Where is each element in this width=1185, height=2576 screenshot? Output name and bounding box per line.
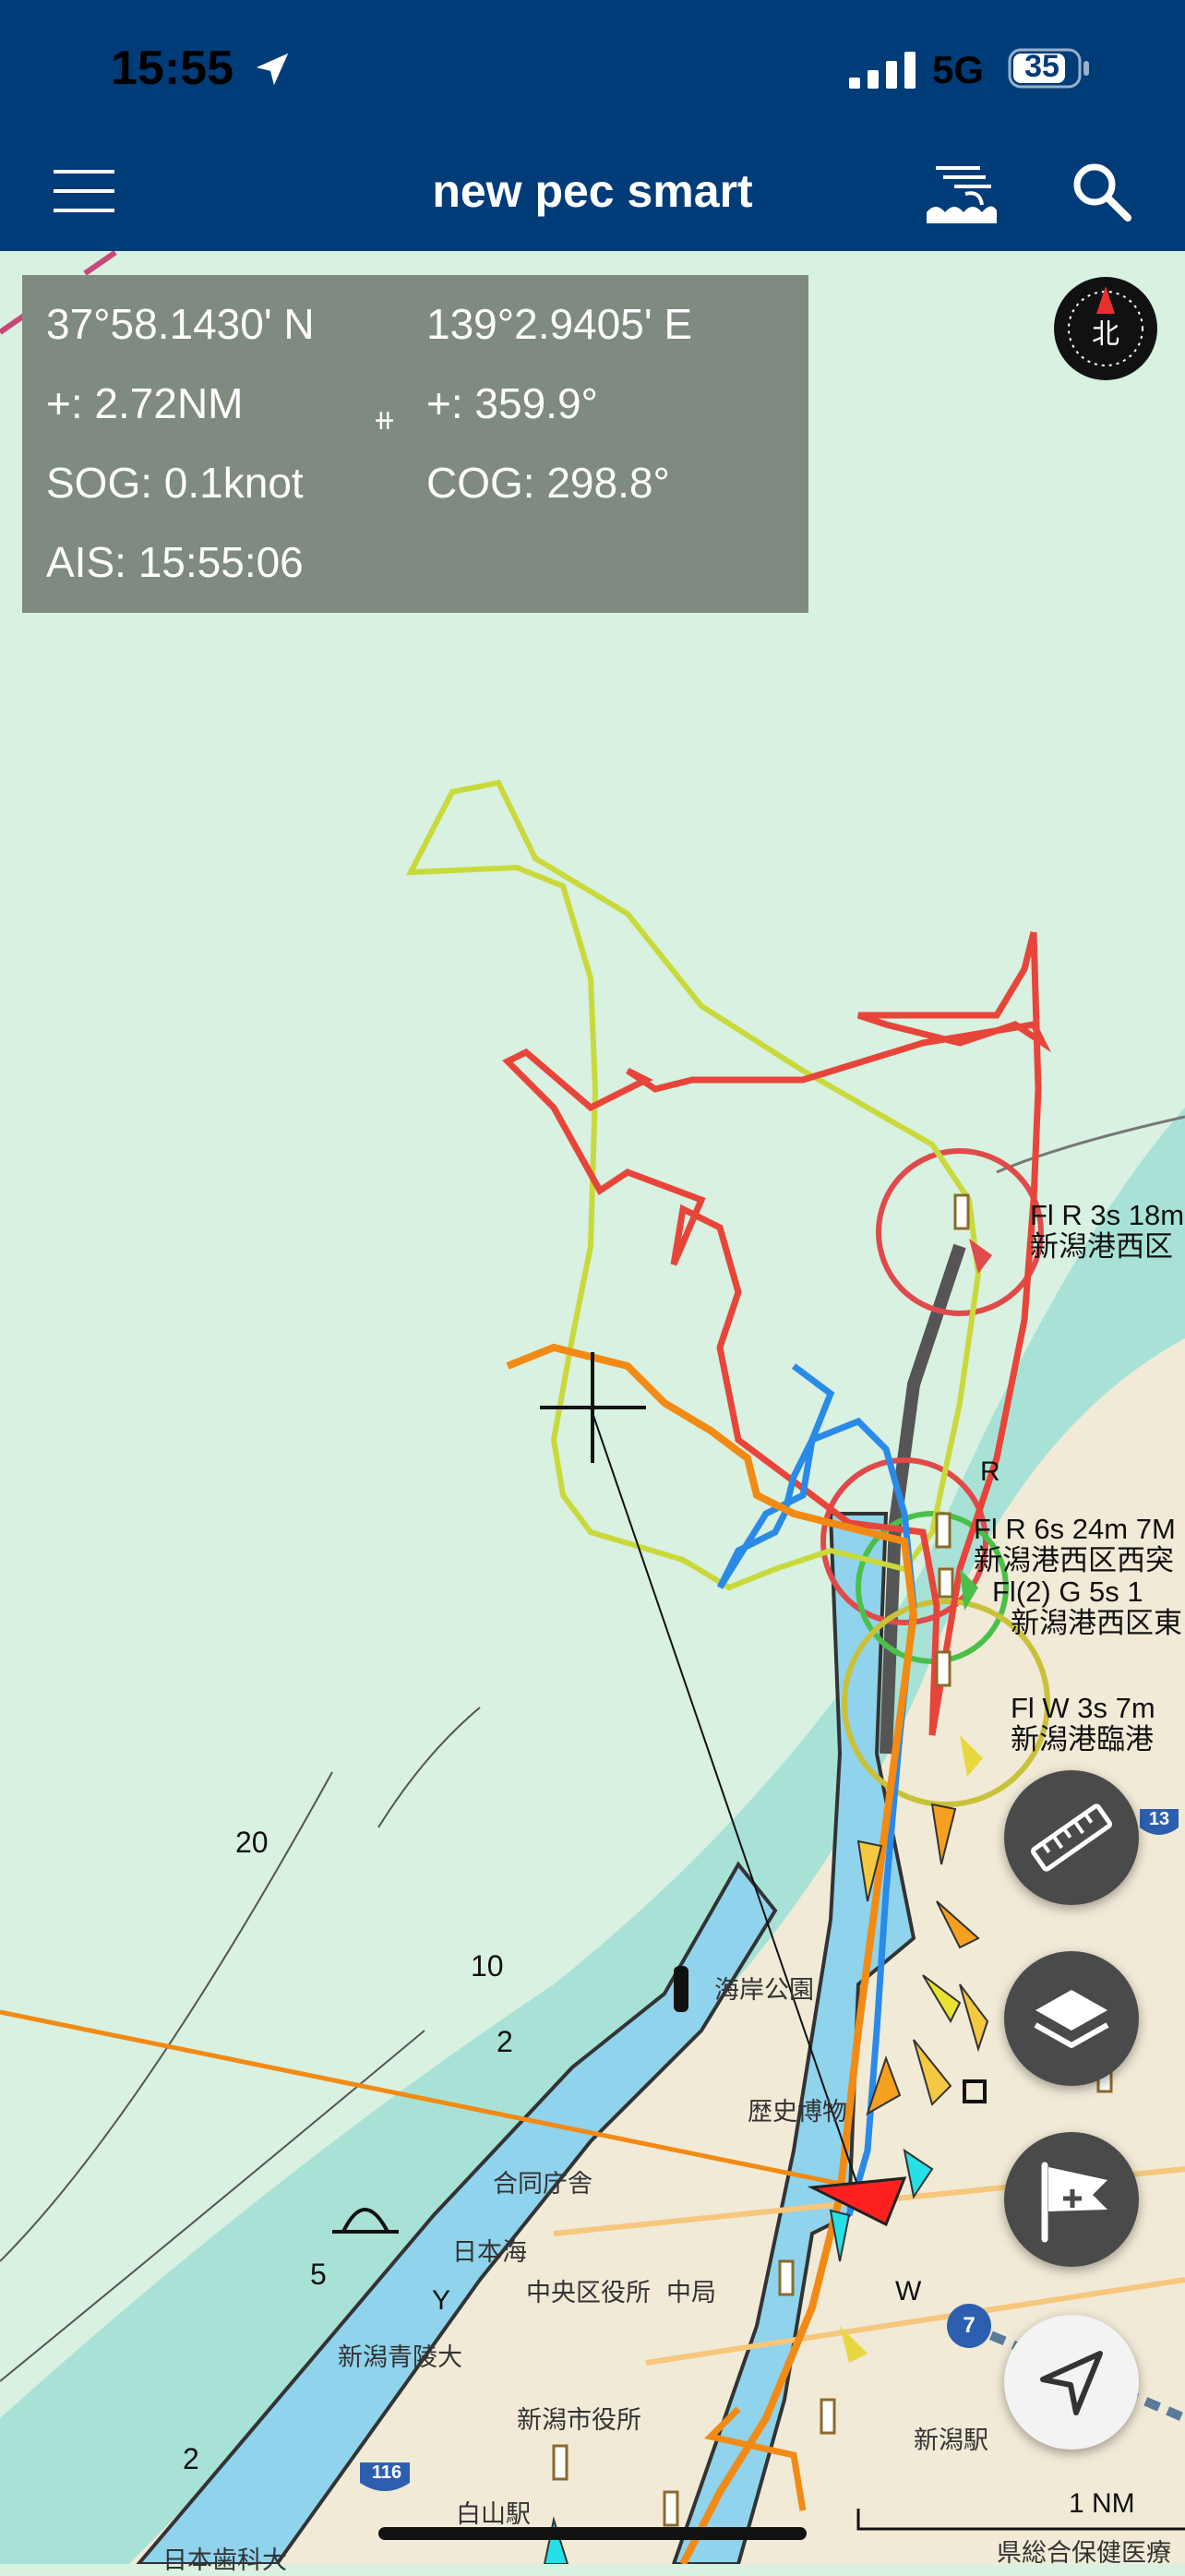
battery-level: 35 — [1024, 49, 1059, 84]
bearing-readout: +: 359.9° — [426, 379, 598, 427]
scale-label: 1 NM — [1069, 2488, 1135, 2519]
distance-readout: +: 2.72NM — [46, 379, 244, 427]
search-icon[interactable] — [1069, 159, 1133, 223]
route-shield-7: 7 — [963, 2313, 976, 2338]
light-label-2: Fl R 6s 24m 7M 新潟港西区西突 Fl(2) G 5s 1 新潟港西… — [974, 1513, 1182, 1639]
layers-button[interactable] — [1004, 1951, 1139, 2086]
layers-icon — [1034, 1990, 1109, 2048]
place-label-dental: 日本歯科大 — [162, 2546, 287, 2574]
place-label-post-office: 中局 — [666, 2279, 716, 2306]
light-color-w: W — [895, 2276, 922, 2306]
compass-icon[interactable]: 北 — [1052, 275, 1159, 382]
latitude-readout: 37°58.1430' N — [46, 300, 315, 348]
depth-label-10: 10 — [471, 1949, 504, 1983]
navigation-info-panel: 37°58.1430' N 139°2.9405' E +: 2.72NM +:… — [22, 275, 808, 613]
status-time: 15:55 — [111, 42, 233, 95]
ruler-icon — [1030, 1803, 1113, 1872]
depth-label-20: 20 — [235, 1826, 269, 1859]
navigation-arrow-icon — [1040, 2351, 1103, 2415]
locate-me-button[interactable] — [1004, 2315, 1139, 2450]
sog-readout: SOG: 0.1knot — [46, 459, 304, 507]
depth-label-2b: 2 — [183, 2442, 199, 2475]
place-label-park: 海岸公園 — [714, 1976, 814, 2004]
app-title: new pec smart — [432, 165, 753, 217]
light-label-1: Fl R 3s 18m 新潟港西区 — [1030, 1199, 1185, 1263]
place-label-gov-office: 合同庁舎 — [493, 2170, 592, 2198]
depth-label-2a: 2 — [497, 2025, 513, 2058]
light-color-y: Y — [432, 2285, 451, 2316]
signal-strength-icon — [849, 52, 916, 89]
longitude-readout: 139°2.9405' E — [426, 300, 693, 348]
ais-time-readout: AIS: 15:55:06 — [46, 538, 304, 586]
light-label-3: Fl W 3s 7m 新潟港臨港 — [1011, 1692, 1155, 1755]
route-shield-116: 116 — [371, 2462, 402, 2483]
place-label-museum: 歴史博物 — [748, 2098, 847, 2126]
home-indicator[interactable] — [378, 2527, 807, 2540]
place-label-aoryo: 新潟青陵大 — [338, 2343, 462, 2371]
tide-wave-icon[interactable] — [923, 159, 999, 227]
light-color-r: R — [980, 1456, 1000, 1487]
depth-label-5: 5 — [310, 2258, 327, 2291]
location-arrow-icon — [256, 53, 289, 86]
route-shield-13: 13 — [1148, 1809, 1170, 1829]
network-type: 5G — [932, 48, 985, 91]
place-label-health: 県総合保健医療 — [997, 2539, 1171, 2567]
place-label-nihonkai: 日本海 — [452, 2238, 527, 2266]
cog-readout: COG: 298.8° — [426, 459, 670, 507]
place-label-city-hall: 新潟市役所 — [517, 2406, 641, 2434]
place-label-station: 新潟駅 — [914, 2426, 988, 2454]
cross-marker-icon: ⧺ — [373, 405, 397, 436]
compass-label: 北 — [1092, 318, 1119, 351]
measure-ruler-button[interactable] — [1004, 1770, 1139, 1905]
place-label-chuo-ward: 中央区役所 — [526, 2279, 651, 2306]
place-label-hakusan: 白山駅 — [456, 2500, 531, 2528]
add-flag-icon — [1041, 2162, 1107, 2243]
add-flag-button[interactable] — [1004, 2132, 1139, 2267]
